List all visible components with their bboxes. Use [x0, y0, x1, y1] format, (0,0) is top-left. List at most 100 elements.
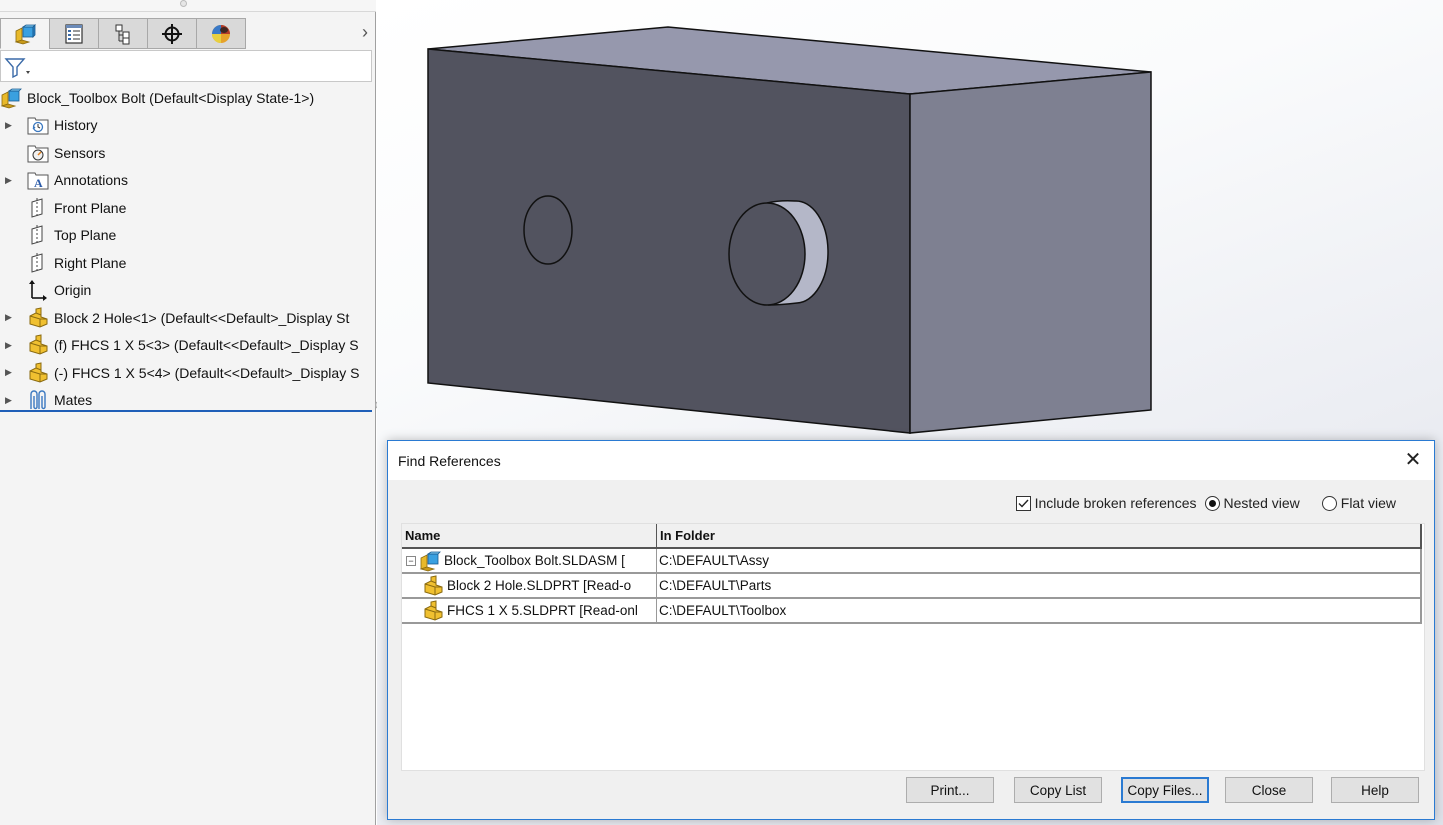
configuration-icon — [115, 24, 130, 44]
radio-button-selected[interactable] — [1204, 495, 1220, 511]
grip-dot — [180, 0, 187, 7]
featuremanager-tab[interactable] — [0, 18, 50, 49]
include-broken-label: Include broken references — [1034, 495, 1197, 511]
part-icon — [422, 574, 444, 597]
row-folder: C:\DEFAULT\Assy — [659, 553, 770, 568]
part-icon — [422, 599, 444, 622]
tree-item-label: (-) FHCS 1 X 5<4> (Default<<Default>_Dis… — [54, 364, 360, 381]
expand-arrow-icon[interactable]: ▶ — [5, 175, 15, 186]
dialog-title: Find References — [398, 453, 501, 469]
assembly-icon — [0, 87, 22, 109]
include-broken-references-checkbox[interactable]: Include broken references — [1015, 495, 1197, 511]
expand-arrow-icon[interactable]: ▶ — [5, 395, 15, 406]
bolt-head-face[interactable] — [728, 202, 806, 306]
history-folder-icon — [27, 114, 49, 136]
tree-root-label: Block_Toolbox Bolt (Default<Display Stat… — [27, 89, 315, 106]
tree-divider — [0, 410, 372, 412]
manager-tab-bar: › — [0, 18, 376, 50]
tree-item-label: History — [54, 117, 98, 134]
tree-item-label: Right Plane — [54, 254, 127, 271]
block-side-face[interactable] — [909, 71, 1152, 434]
block-front-face[interactable] — [427, 48, 911, 434]
tree-item-label: Top Plane — [54, 227, 117, 244]
tree-item-history[interactable]: ▶ History — [0, 112, 374, 140]
tree-item-block-2-hole[interactable]: ▶ Block 2 Hole<1> (Default<<Default>_Dis… — [0, 304, 374, 332]
plane-icon — [27, 224, 49, 246]
expand-arrow-icon[interactable]: ▶ — [5, 340, 15, 351]
tree-item-label: Front Plane — [54, 199, 127, 216]
references-list[interactable]: Name In Folder − Block_Toolbox Bolt.SLDA… — [401, 523, 1425, 771]
plane-icon — [27, 197, 49, 219]
expand-arrow-icon[interactable]: ▶ — [5, 367, 15, 378]
plane-icon — [27, 252, 49, 274]
list-row[interactable]: − Block_Toolbox Bolt.SLDASM [ C:\DEFAULT… — [402, 549, 1422, 574]
tree-item-sensors[interactable]: Sensors — [0, 139, 374, 167]
nested-view-label: Nested view — [1223, 495, 1300, 511]
tree-item-label: Mates — [54, 392, 93, 409]
column-header-name[interactable]: Name — [402, 524, 657, 547]
tree-item-fhcs-4[interactable]: ▶ (-) FHCS 1 X 5<4> (Default<<Default>_D… — [0, 359, 374, 387]
print-button[interactable]: Print... — [906, 777, 994, 803]
expand-arrow-icon[interactable]: ▶ — [5, 120, 15, 131]
assembly-icon — [419, 550, 441, 572]
collapse-icon[interactable]: − — [406, 555, 416, 566]
tree-item-right-plane[interactable]: Right Plane — [0, 249, 374, 277]
tree-item-label: Annotations — [54, 172, 128, 189]
feature-tree: Block_Toolbox Bolt (Default<Display Stat… — [0, 84, 376, 414]
nested-view-radio[interactable]: Nested view — [1204, 495, 1300, 511]
list-row[interactable]: Block 2 Hole.SLDPRT [Read-o C:\DEFAULT\P… — [402, 574, 1422, 599]
part-icon — [27, 307, 49, 329]
row-folder: C:\DEFAULT\Toolbox — [659, 603, 787, 618]
tree-item-annotations[interactable]: ▶ A Annotations — [0, 167, 374, 195]
origin-icon — [27, 279, 49, 302]
list-header: Name In Folder — [402, 524, 1422, 549]
checkbox-box[interactable] — [1015, 495, 1031, 511]
close-icon[interactable]: ✕ — [1402, 449, 1424, 471]
copy-files-button[interactable]: Copy Files... — [1121, 777, 1209, 803]
view-options: Include broken references Nested view Fl… — [1015, 493, 1396, 513]
row-name: Block 2 Hole.SLDPRT [Read-o — [447, 578, 632, 593]
row-name: FHCS 1 X 5.SLDPRT [Read-onl — [447, 603, 638, 618]
close-button[interactable]: Close — [1225, 777, 1313, 803]
mates-icon — [27, 389, 49, 411]
tree-item-origin[interactable]: Origin — [0, 277, 374, 305]
property-list-icon — [65, 23, 83, 44]
more-tabs-chevron-icon[interactable]: › — [362, 22, 368, 43]
sensors-folder-icon — [27, 142, 49, 164]
part-icon — [27, 362, 49, 384]
find-references-dialog: Find References ✕ Include broken referen… — [387, 440, 1435, 820]
annotations-folder-icon: A — [27, 169, 49, 191]
crosshair-icon — [162, 23, 182, 44]
tree-filter-bar — [0, 50, 372, 82]
tree-item-label: Origin — [54, 282, 92, 299]
propertymanager-tab[interactable] — [49, 18, 99, 49]
dimxpertmanager-tab[interactable] — [147, 18, 197, 49]
help-button[interactable]: Help — [1331, 777, 1419, 803]
flat-view-radio[interactable]: Flat view — [1321, 495, 1396, 511]
assembly-icon — [14, 23, 36, 44]
list-row[interactable]: FHCS 1 X 5.SLDPRT [Read-onl C:\DEFAULT\T… — [402, 599, 1422, 624]
tree-item-label: Block 2 Hole<1> (Default<<Default>_Displ… — [54, 309, 350, 326]
tree-item-label: Sensors — [54, 144, 106, 161]
filter-icon[interactable] — [4, 57, 32, 82]
tree-item-fhcs-3[interactable]: ▶ (f) FHCS 1 X 5<3> (Default<<Default>_D… — [0, 332, 374, 360]
row-folder: C:\DEFAULT\Parts — [659, 578, 772, 593]
radio-button[interactable] — [1321, 495, 1337, 511]
tree-item-top-plane[interactable]: Top Plane — [0, 222, 374, 250]
part-icon — [27, 334, 49, 356]
tree-item-label: (f) FHCS 1 X 5<3> (Default<<Default>_Dis… — [54, 337, 359, 354]
flat-view-label: Flat view — [1340, 495, 1396, 511]
dialog-titlebar[interactable]: Find References ✕ — [388, 441, 1434, 480]
feature-manager-panel: › Block_Toolbox Bolt (Default<Display St… — [0, 0, 376, 825]
panel-top-grip[interactable] — [0, 0, 376, 12]
svg-text:A: A — [34, 176, 43, 190]
copy-list-button[interactable]: Copy List — [1014, 777, 1102, 803]
displaymanager-tab[interactable] — [196, 18, 246, 49]
expand-arrow-icon[interactable]: ▶ — [5, 312, 15, 323]
tree-root-assembly[interactable]: Block_Toolbox Bolt (Default<Display Stat… — [0, 84, 374, 112]
appearance-sphere-icon — [212, 24, 230, 43]
column-header-folder[interactable]: In Folder — [657, 524, 1420, 547]
tree-item-front-plane[interactable]: Front Plane — [0, 194, 374, 222]
row-name: Block_Toolbox Bolt.SLDASM [ — [444, 553, 625, 568]
configurationmanager-tab[interactable] — [98, 18, 148, 49]
